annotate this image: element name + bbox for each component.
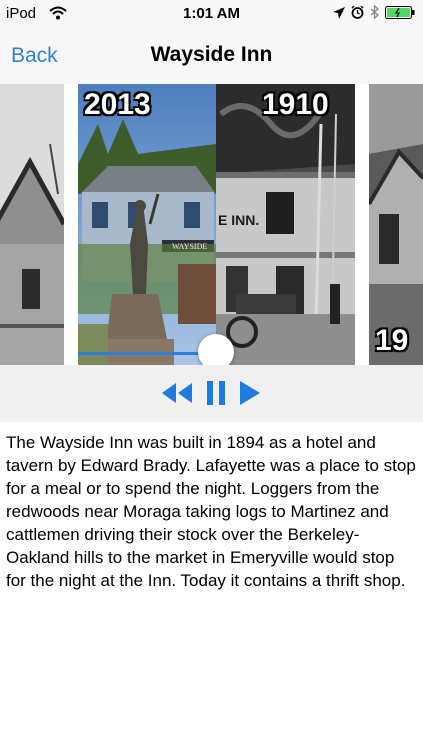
location-icon (333, 6, 345, 24)
page-title: Wayside Inn (150, 43, 273, 66)
photo-1910[interactable]: 1910 E INN. (216, 84, 355, 365)
slider-knob[interactable] (198, 334, 234, 365)
description-text: The Wayside Inn was built in 1894 as a h… (6, 433, 416, 590)
year-label-partial: 19 (375, 324, 409, 357)
status-bar: iPod 1:01 AM (0, 0, 423, 28)
navigation-bar: Back Wayside Inn (0, 28, 423, 84)
sign-text-1910: E INN. (218, 212, 260, 228)
photo-2013[interactable]: 2013 WAYSIDE (78, 84, 216, 365)
slider-track-fill (78, 352, 216, 355)
photo-right[interactable]: 19 (369, 84, 423, 365)
pause-icon[interactable] (205, 380, 227, 411)
year-label-1910: 1910 (262, 88, 329, 121)
sign-text-2013: WAYSIDE (172, 242, 208, 251)
alarm-icon (351, 5, 364, 24)
playback-controls (0, 365, 423, 422)
rewind-icon[interactable] (160, 381, 194, 410)
play-icon[interactable] (238, 380, 262, 411)
battery-icon (385, 5, 415, 24)
bluetooth-icon (370, 4, 379, 24)
year-label-2013: 2013 (84, 88, 151, 121)
photo-left[interactable] (0, 84, 64, 365)
photo-carousel[interactable]: 2013 WAYSIDE 1910 E INN. 19 (0, 84, 423, 365)
